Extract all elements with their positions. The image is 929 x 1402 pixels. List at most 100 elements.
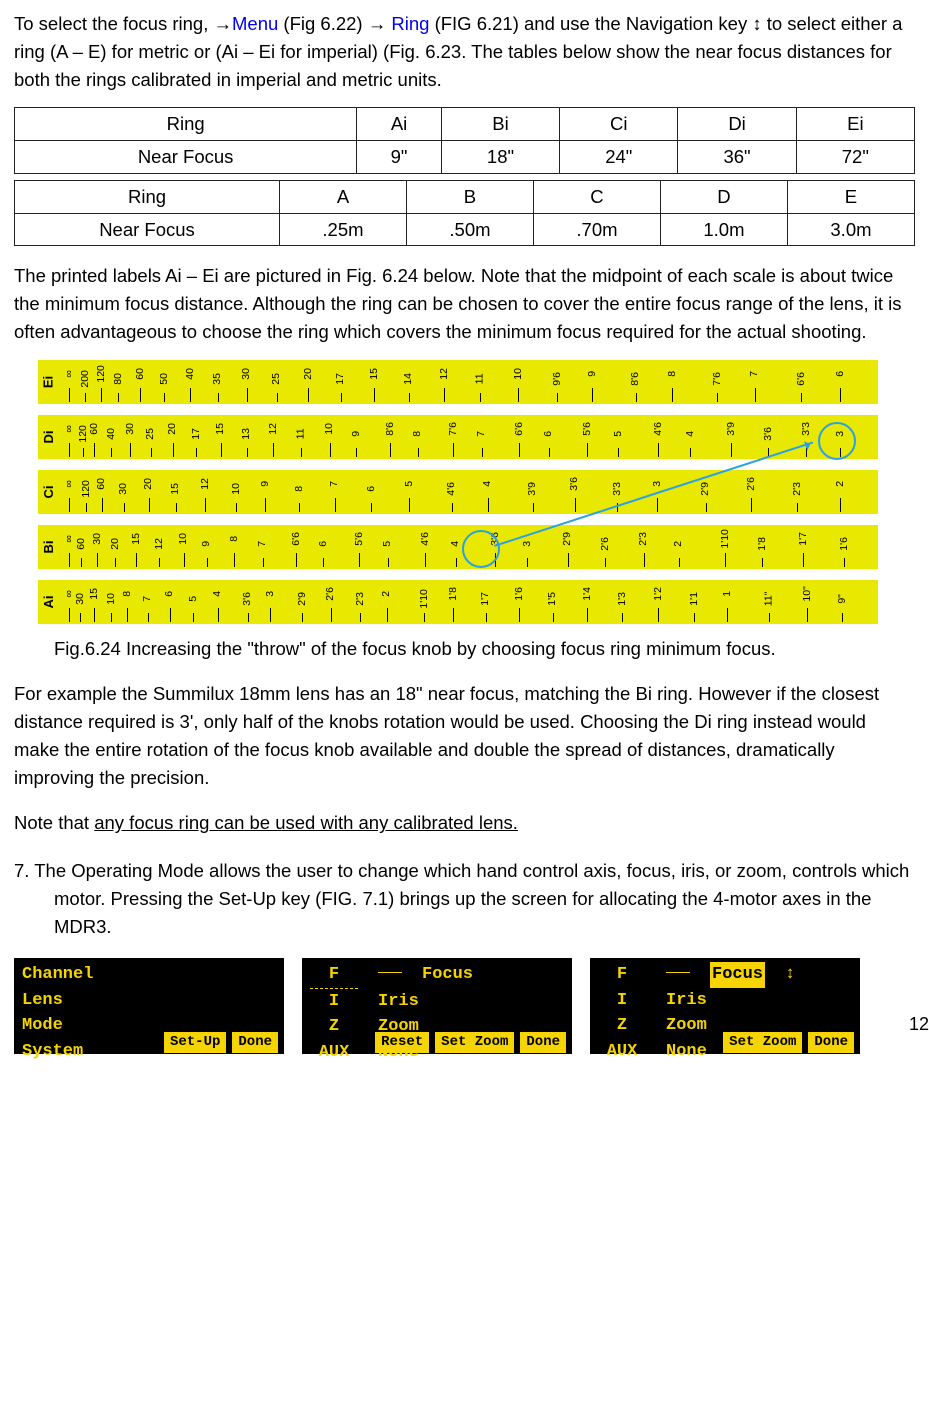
tick: 3'9: [725, 421, 739, 457]
tick: 20: [110, 536, 122, 567]
section-7: 7. The Operating Mode allows the user to…: [14, 857, 915, 940]
cell: 1.0m: [660, 213, 787, 246]
tick: 30: [92, 531, 104, 567]
tick: 5: [407, 476, 413, 512]
softkey[interactable]: Set Zoom: [435, 1032, 514, 1053]
tick: 120: [93, 366, 111, 402]
cell: .25m: [280, 213, 407, 246]
lcd-axes-selected: FFocus↕ IIris ZZoom AUXNone Set ZoomDone: [590, 958, 860, 1054]
tick: 12: [268, 421, 280, 457]
tick: ∞: [66, 531, 74, 567]
tick: ∞: [66, 476, 74, 512]
ruler-di: Di∞120604030252017151312111098'687'676'6…: [38, 415, 878, 459]
tick: 12: [200, 476, 212, 512]
tick: 12: [154, 536, 166, 567]
tick: 7: [332, 476, 338, 512]
ruler-bi: Bi∞6030201512109876'665'654'643'632'92'6…: [38, 525, 878, 569]
tick: 4'6: [419, 531, 433, 567]
tick: 5: [385, 536, 391, 567]
paragraph-2: The printed labels Ai – Ei are pictured …: [14, 262, 915, 345]
tick: 20: [303, 366, 315, 402]
tick: 8: [415, 426, 421, 457]
tick: 1'7: [797, 531, 811, 567]
paragraph-3: For example the Summilux 18mm lens has a…: [14, 680, 915, 791]
figure-caption: Fig.6.24 Increasing the "throw" of the f…: [54, 635, 834, 663]
tick: 8'6: [384, 421, 398, 457]
tick: 7: [145, 591, 151, 622]
tick: 14: [403, 371, 415, 402]
softkey[interactable]: Done: [232, 1032, 278, 1053]
cell: D: [660, 180, 787, 213]
ring-link: Ring: [391, 13, 429, 34]
tick: 8: [670, 366, 676, 402]
lcd-line: Channel: [22, 962, 276, 988]
ruler-ai: Ai∞301510876543'632'92'62'321'101'81'71'…: [38, 580, 878, 624]
tick: 1'10: [415, 591, 435, 622]
tick: 15: [89, 586, 101, 622]
tick: 2'9: [699, 481, 713, 512]
cell: Ring: [15, 108, 357, 141]
cell: 9": [357, 141, 442, 174]
tick: 4'6: [445, 481, 459, 512]
tick: 2: [384, 586, 390, 622]
tick: 30: [75, 591, 87, 622]
tick: 1'6: [513, 586, 527, 622]
tick: 10: [106, 591, 118, 622]
tick: 6: [321, 536, 327, 567]
softkey[interactable]: Done: [808, 1032, 854, 1053]
cell: Ei: [796, 108, 914, 141]
tick: ∞: [66, 366, 74, 402]
tick: 20: [167, 421, 179, 457]
tick: 60: [76, 536, 88, 567]
tick: 4: [485, 476, 491, 512]
tick: 13: [241, 426, 253, 457]
tick: 6: [167, 586, 173, 622]
cell: Ai: [357, 108, 442, 141]
tick: 4: [688, 426, 694, 457]
tick: 10: [178, 531, 190, 567]
tick: 6: [369, 481, 375, 512]
tick: 35: [212, 371, 224, 402]
tick: 25: [145, 426, 157, 457]
tick: 17: [335, 371, 347, 402]
tick: 2'9: [296, 591, 310, 622]
tick: 1'6: [838, 536, 852, 567]
tick: 5'6: [353, 531, 367, 567]
softkey[interactable]: Done: [520, 1032, 566, 1053]
cell: 18": [441, 141, 559, 174]
tick: 2'3: [354, 591, 368, 622]
cell: Ci: [560, 108, 678, 141]
tick: 80: [113, 371, 125, 402]
tick: 10: [324, 421, 336, 457]
tick: 2'6: [599, 536, 613, 567]
imperial-table: Ring Ai Bi Ci Di Ei Near Focus 9" 18" 24…: [14, 107, 915, 174]
menu-link: Menu: [232, 13, 278, 34]
softkey[interactable]: Reset: [375, 1032, 429, 1053]
tick: 6'6: [513, 421, 527, 457]
lcd-axes: FFocus IIris ZZoom AUXNone ResetSet Zoom…: [302, 958, 572, 1054]
tick: 3: [655, 476, 661, 512]
tick: 10: [231, 481, 243, 512]
cell: .70m: [533, 213, 660, 246]
tick: 3: [268, 586, 274, 622]
cell: Near Focus: [15, 141, 357, 174]
softkey[interactable]: Set Zoom: [723, 1032, 802, 1053]
tick: 25: [271, 371, 283, 402]
tick: 60: [89, 421, 101, 457]
softkey[interactable]: Set-Up: [164, 1032, 226, 1053]
tick: 15: [131, 531, 143, 567]
tick: 2: [838, 476, 844, 512]
tick: 10: [513, 366, 525, 402]
tick: 4: [453, 536, 459, 567]
lcd-row: Channel Lens Mode System Set-UpDone FFoc…: [14, 958, 915, 1054]
tick: 1'10: [716, 531, 736, 567]
tick: 7: [752, 366, 758, 402]
tick: 8: [297, 481, 303, 512]
tick: 3'3: [800, 421, 814, 457]
cell: 24": [560, 141, 678, 174]
ruler-ei: Ei∞20012080605040353025201715141211109'6…: [38, 360, 878, 404]
tick: 3'6: [489, 531, 503, 567]
lcd-menu: Channel Lens Mode System Set-UpDone: [14, 958, 284, 1054]
tick: 9: [204, 536, 210, 567]
tick: 1'4: [581, 586, 595, 622]
